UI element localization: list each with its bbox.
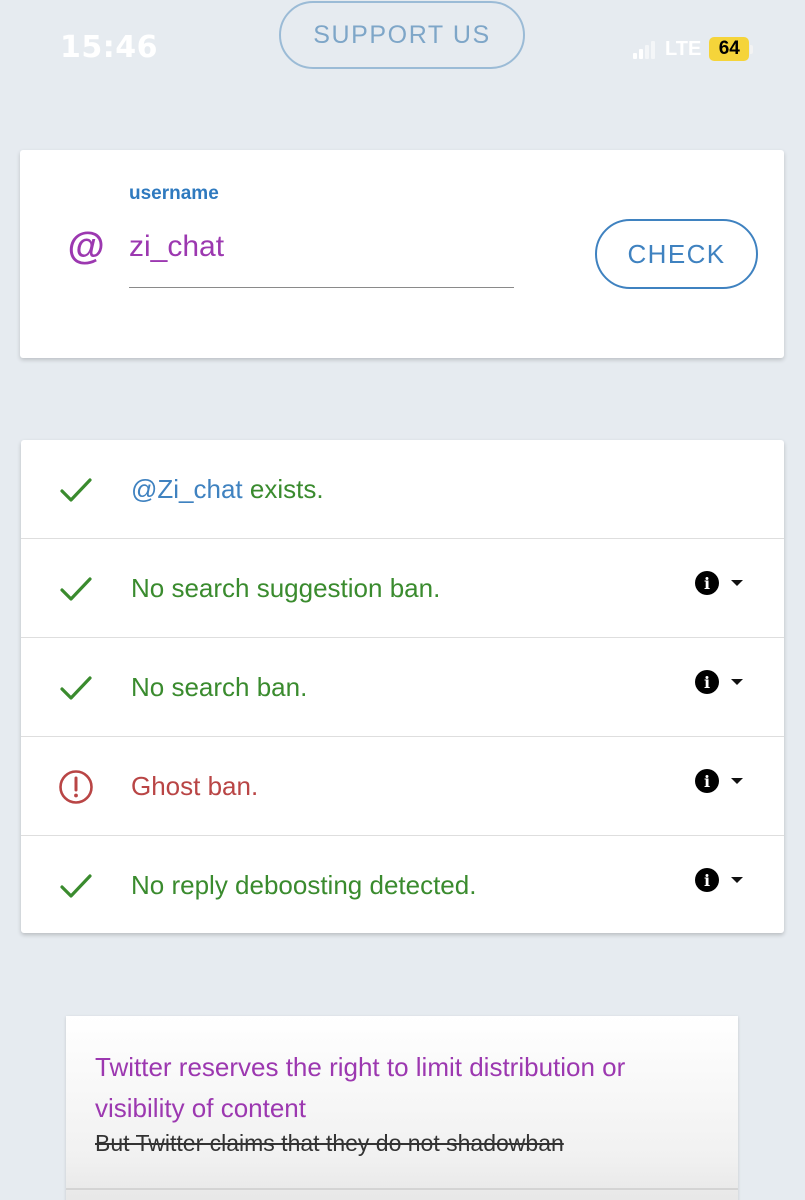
checkmark-icon — [60, 874, 92, 898]
network-type: LTE — [665, 37, 702, 60]
result-label: No reply deboosting detected. — [131, 870, 477, 900]
checkmark-icon — [60, 478, 92, 502]
info-icon[interactable]: i — [695, 571, 719, 595]
policy-note-card: Twitter reserves the right to limit dist… — [66, 1016, 738, 1200]
policy-headline: Twitter reserves the right to limit dist… — [95, 1052, 626, 1123]
info-icon[interactable]: i — [695, 769, 719, 793]
battery-level: 64 — [718, 38, 740, 59]
expand-details-toggle[interactable]: i — [695, 571, 743, 595]
result-label: exists. — [242, 474, 324, 504]
username-field-label: username — [129, 183, 219, 204]
expand-details-toggle[interactable]: i — [695, 868, 743, 892]
checkmark-icon — [60, 676, 92, 700]
page: 15:46 SUPPORT US LTE 64 @ username CHECK… — [0, 0, 805, 1200]
info-icon[interactable]: i — [695, 670, 719, 694]
results-list: @Zi_chat exists. No search suggestion ba… — [21, 440, 784, 933]
check-button[interactable]: CHECK — [595, 219, 758, 289]
battery-icon: 64 — [709, 37, 750, 61]
username-check-card: @ username CHECK — [20, 150, 784, 358]
result-row-exists: @Zi_chat exists. — [21, 440, 784, 539]
caret-down-icon[interactable] — [731, 778, 743, 784]
struck-claim-text: But Twitter claims that they do not shad… — [95, 1130, 564, 1156]
expand-details-toggle[interactable]: i — [695, 670, 743, 694]
battery-tip — [750, 44, 754, 54]
status-indicators: LTE 64 — [633, 36, 754, 62]
result-label: Ghost ban. — [131, 771, 259, 801]
result-row-search-suggestion-ban[interactable]: No search suggestion ban. i — [21, 539, 784, 638]
support-us-button[interactable]: SUPPORT US — [279, 1, 525, 69]
result-label: No search ban. — [131, 672, 308, 702]
caret-down-icon[interactable] — [731, 580, 743, 586]
divider — [66, 1188, 738, 1190]
username-input[interactable] — [129, 224, 514, 288]
caret-down-icon[interactable] — [731, 679, 743, 685]
result-row-reply-deboosting[interactable]: No reply deboosting detected. i — [21, 836, 784, 933]
checkmark-icon — [60, 577, 92, 601]
result-row-search-ban[interactable]: No search ban. i — [21, 638, 784, 737]
status-time: 15:46 — [60, 30, 158, 65]
caret-down-icon[interactable] — [731, 877, 743, 883]
signal-bars-icon — [633, 39, 655, 59]
result-text: @Zi_chat exists. — [131, 474, 324, 505]
expand-details-toggle[interactable]: i — [695, 769, 743, 793]
result-label: No search suggestion ban. — [131, 573, 441, 603]
alert-circle-icon — [59, 770, 93, 804]
at-sign-icon: @ — [67, 226, 105, 268]
result-row-ghost-ban[interactable]: Ghost ban. i — [21, 737, 784, 836]
username-handle: @Zi_chat — [131, 474, 243, 504]
info-icon[interactable]: i — [695, 868, 719, 892]
